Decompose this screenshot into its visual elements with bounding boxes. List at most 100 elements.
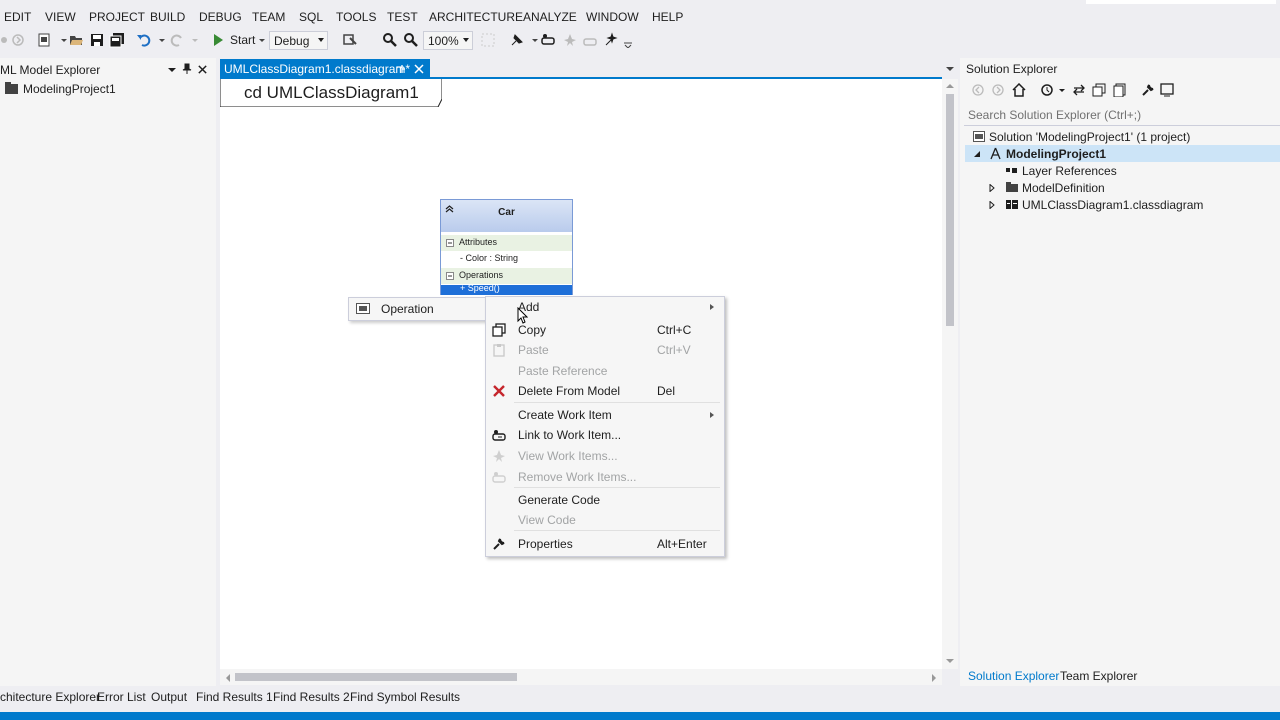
class-header[interactable]: Car (441, 200, 572, 232)
open-file-icon[interactable] (68, 32, 84, 48)
menu-item-create-work-item[interactable]: Create Work Item (486, 405, 724, 426)
history-icon[interactable] (1040, 83, 1054, 97)
menu-item-generate-code[interactable]: Generate Code (486, 490, 724, 511)
scroll-down-icon[interactable] (945, 657, 955, 665)
menu-build[interactable]: BUILD (150, 10, 185, 24)
fit-icon[interactable] (480, 32, 496, 48)
attributes-compartment-header[interactable]: Attributes (441, 235, 572, 251)
menu-item-paste[interactable]: Paste Ctrl+V (486, 340, 724, 361)
menu-debug[interactable]: DEBUG (199, 10, 242, 24)
remove-link-icon[interactable] (582, 32, 598, 48)
menu-architecture[interactable]: ARCHITECTURE (429, 10, 523, 24)
start-icon[interactable] (210, 32, 226, 48)
submenu-item-operation[interactable]: Operation (349, 298, 487, 320)
horizontal-scrollbar[interactable] (220, 669, 942, 685)
menu-sql[interactable]: SQL (299, 10, 323, 24)
operations-compartment-header[interactable]: Operations (441, 268, 572, 284)
show-all-files-icon[interactable] (1113, 83, 1127, 97)
attribute-color[interactable]: - Color : String (460, 253, 518, 263)
wand-icon[interactable] (603, 32, 619, 48)
menu-edit[interactable]: EDIT (4, 10, 31, 24)
zoom-in-icon[interactable] (382, 32, 398, 48)
zoom-out-icon[interactable] (403, 32, 419, 48)
diagram-tool-icon[interactable] (342, 32, 358, 48)
pin-diagram-icon[interactable] (509, 32, 525, 48)
menu-analyze[interactable]: ANALYZE (523, 10, 577, 24)
close-icon[interactable] (197, 64, 208, 75)
scroll-up-icon[interactable] (945, 82, 955, 90)
forward-icon[interactable] (992, 84, 1004, 96)
link-icon[interactable] (540, 32, 556, 48)
properties-wrench-icon[interactable] (1141, 83, 1155, 97)
forward-icon[interactable] (10, 32, 26, 48)
save-all-icon[interactable] (109, 32, 125, 48)
collapsed-triangle-icon[interactable] (989, 184, 995, 192)
scroll-left-icon[interactable] (224, 673, 232, 683)
preview-icon[interactable] (1160, 83, 1174, 97)
star-icon[interactable] (562, 32, 578, 48)
menu-help[interactable]: HELP (652, 10, 683, 24)
tree-item-modeling-project[interactable]: ModelingProject1 (0, 80, 216, 98)
quick-launch-box[interactable] (1086, 0, 1276, 4)
tab-error-list[interactable]: Error List (97, 690, 146, 704)
menu-view[interactable]: VIEW (45, 10, 76, 24)
tab-find-results-2[interactable]: Find Results 2 (273, 690, 350, 704)
horizontal-scroll-thumb[interactable] (235, 673, 517, 681)
collapse-icon[interactable] (446, 272, 454, 280)
solution-config-select[interactable]: Debug (269, 31, 328, 50)
redo-icon[interactable] (169, 32, 185, 48)
chevron-down-icon[interactable] (944, 64, 956, 74)
home-icon[interactable] (1012, 83, 1026, 97)
scroll-right-icon[interactable] (930, 673, 938, 683)
menu-item-paste-reference[interactable]: Paste Reference (486, 361, 724, 382)
undo-dropdown-icon[interactable] (154, 32, 170, 48)
collapse-all-icon[interactable] (1092, 83, 1106, 97)
close-icon[interactable] (414, 64, 424, 74)
menu-item-properties[interactable]: Properties Alt+Enter (486, 534, 724, 555)
sync-icon[interactable] (1072, 83, 1086, 97)
vertical-scrollbar[interactable] (942, 79, 958, 669)
zoom-select[interactable]: 100% (423, 31, 473, 50)
tree-item-model-definition[interactable]: ModelDefinition (960, 179, 1280, 196)
tab-solution-explorer[interactable]: Solution Explorer (968, 669, 1059, 683)
new-project-icon[interactable] (36, 32, 52, 48)
start-label[interactable]: Start (230, 33, 255, 47)
menu-item-view-work-items[interactable]: View Work Items... (486, 446, 724, 467)
tree-item-class-diagram[interactable]: UMLClassDiagram1.classdiagram (960, 196, 1280, 213)
menu-item-remove-work-items[interactable]: Remove Work Items... (486, 467, 724, 488)
menu-window[interactable]: WINDOW (586, 10, 639, 24)
save-icon[interactable] (89, 32, 105, 48)
overflow-icon[interactable] (620, 32, 636, 48)
tab-architecture-explorer[interactable]: chitecture Explorer (0, 690, 100, 704)
menu-test[interactable]: TEST (387, 10, 418, 24)
tab-output[interactable]: Output (151, 690, 187, 704)
start-dropdown-icon[interactable] (254, 32, 270, 48)
menu-team[interactable]: TEAM (252, 10, 285, 24)
undo-icon[interactable] (136, 32, 152, 48)
tab-team-explorer[interactable]: Team Explorer (1060, 669, 1137, 683)
pin-icon[interactable] (396, 64, 406, 74)
collapse-icon[interactable] (446, 239, 454, 247)
chevron-down-icon[interactable] (166, 64, 178, 76)
pin-icon[interactable] (181, 63, 193, 75)
menu-item-delete-from-model[interactable]: Delete From Model Del (486, 381, 724, 402)
tree-item-layer-references[interactable]: Layer References (960, 162, 1280, 179)
operation-row-selected[interactable]: + Speed() (441, 285, 572, 295)
menu-item-link-to-work-item[interactable]: Link to Work Item... (486, 425, 724, 446)
menu-item-view-code[interactable]: View Code (486, 510, 724, 531)
vertical-scroll-thumb[interactable] (946, 94, 954, 326)
solution-explorer-search[interactable]: Search Solution Explorer (Ctrl+;) (964, 104, 1280, 124)
dropdown-icon[interactable] (1057, 85, 1067, 95)
collapsed-triangle-icon[interactable] (989, 201, 995, 209)
tree-item-solution[interactable]: Solution 'ModelingProject1' (1 project) (960, 128, 1280, 145)
tree-item-project-selected[interactable]: ModelingProject1 (965, 145, 1280, 162)
uml-class-car[interactable]: Car Attributes - Color : String Operatio… (440, 199, 573, 295)
tab-find-symbol-results[interactable]: Find Symbol Results (350, 690, 460, 704)
expanded-triangle-icon[interactable] (973, 150, 981, 158)
menu-project[interactable]: PROJECT (89, 10, 145, 24)
document-tab[interactable]: UMLClassDiagram1.classdiagram* (220, 59, 430, 78)
redo-dropdown-icon[interactable] (187, 32, 203, 48)
menu-tools[interactable]: TOOLS (336, 10, 376, 24)
back-icon[interactable] (972, 84, 984, 96)
tab-find-results-1[interactable]: Find Results 1 (196, 690, 273, 704)
